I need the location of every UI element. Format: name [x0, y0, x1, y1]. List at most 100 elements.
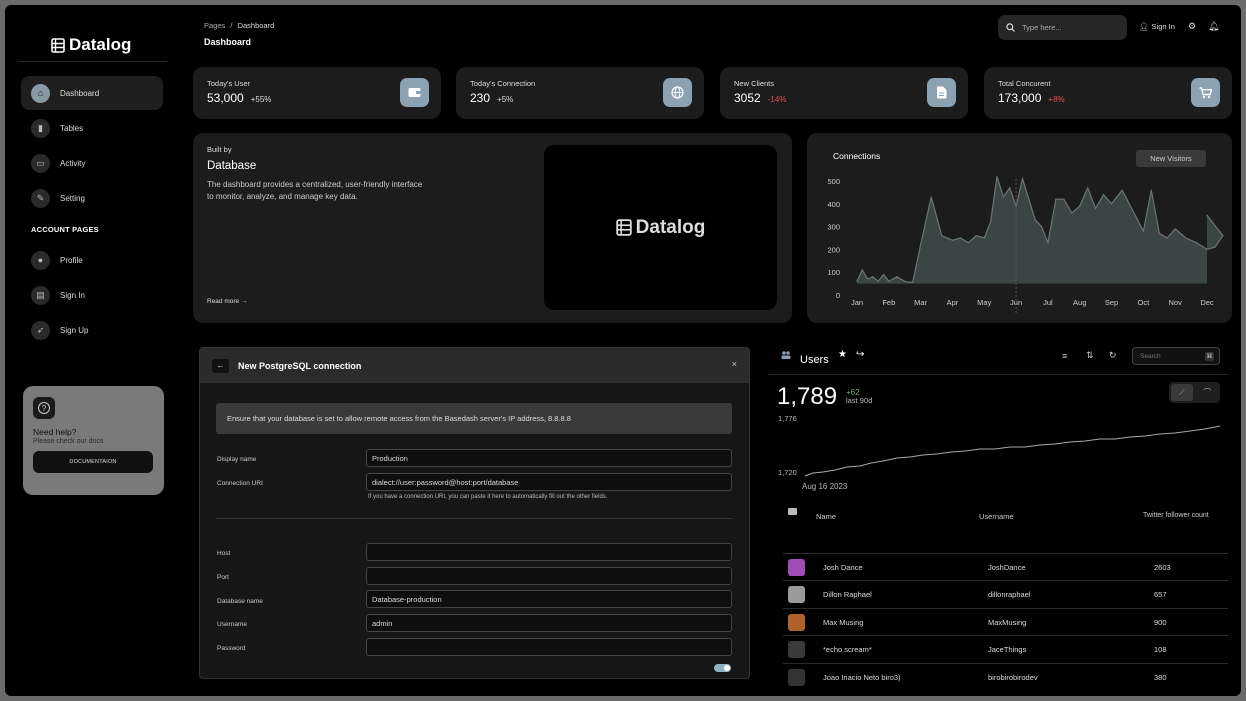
info-banner: Ensure that your database is set to allo… [216, 403, 732, 434]
select-all-checkbox[interactable] [788, 507, 797, 517]
brand-panel: Datalog [544, 145, 777, 310]
connections-point [1095, 207, 1097, 209]
table-row[interactable]: *echo scream* JaceThings 108 [783, 635, 1228, 662]
modal-header: ← New PostgreSQL connection × [200, 348, 749, 383]
close-icon[interactable]: × [732, 359, 737, 369]
new-visitors-button[interactable]: New Visitors [1136, 150, 1206, 167]
cell-followers: 900 [1154, 618, 1167, 627]
x-tick-label: Sep [1105, 298, 1118, 307]
connections-point [1102, 194, 1105, 196]
column-header-followers[interactable]: Twitter follower count [1143, 512, 1209, 519]
users-y-high: 1,776 [778, 414, 797, 423]
connections-point [1150, 189, 1152, 191]
read-more-link[interactable]: Read more → [207, 298, 247, 305]
sign-in-link[interactable]: 👤︎ Sign In [1139, 22, 1175, 31]
column-header-username[interactable]: Username [979, 512, 1014, 521]
database-name-field[interactable]: Database-production [366, 590, 732, 608]
ssl-toggle[interactable] [714, 664, 731, 672]
connections-point [1002, 196, 1004, 198]
connections-point [1222, 235, 1224, 237]
sidebar-item-dashboard[interactable]: ⌂ Dashboard [21, 76, 163, 110]
sort-icon[interactable]: ⇅ [1086, 350, 1094, 361]
users-trend-line [804, 425, 1221, 477]
username-field[interactable]: admin [366, 614, 732, 632]
connections-point [1206, 214, 1208, 216]
avatar [788, 641, 805, 658]
table-row[interactable]: Max Musing MaxMusing 900 [783, 608, 1228, 635]
port-field[interactable] [366, 567, 732, 585]
connection-uri-field[interactable]: dialect://user:password@host:port/databa… [366, 473, 732, 491]
star-icon[interactable]: ★ [838, 349, 847, 360]
table-row[interactable]: Josh Dance JoshDance 2603 [783, 553, 1228, 580]
sidebar-item-activity[interactable]: ▭ Activity [21, 146, 163, 180]
display-name-field[interactable]: Production [366, 449, 732, 467]
documentation-button[interactable]: DOCUMENTAION [33, 451, 153, 473]
logo-icon [615, 219, 632, 236]
connections-point [996, 175, 998, 178]
table-row[interactable]: Dillon Raphael dillonraphael 657 [783, 580, 1228, 607]
stat-value: 230 [470, 91, 491, 105]
sidebar-item-profile[interactable]: ● Profile [21, 243, 163, 277]
password-label: Password [217, 645, 246, 652]
toggle-knob [724, 665, 730, 671]
x-tick-label: Jan [851, 298, 863, 307]
users-search-input[interactable]: Search ⌘ [1132, 347, 1220, 365]
stat-label: Today's Connection [470, 79, 536, 88]
sidebar-item-tables[interactable]: ▮ Tables [21, 111, 163, 145]
refresh-icon[interactable]: ↻ [1109, 350, 1117, 361]
sidebar-item-label: Sign In [60, 290, 85, 300]
sidebar-item-setting[interactable]: ✎ Setting [21, 181, 163, 215]
connections-area [857, 176, 1223, 284]
username-label: Username [217, 621, 247, 628]
cell-followers: 2603 [1154, 563, 1171, 572]
globe-icon [663, 78, 692, 107]
breadcrumb-root[interactable]: Pages [204, 21, 225, 30]
connections-point [904, 280, 906, 282]
column-header-name[interactable]: Name [816, 512, 836, 521]
back-button[interactable]: ← [212, 358, 229, 373]
sidebar-item-sign-in[interactable]: ▤ Sign In [21, 278, 163, 312]
app-window: Datalog ⌂ Dashboard ▮ Tables ▭ Activity … [5, 5, 1241, 696]
connections-point [920, 244, 922, 246]
read-more-label: Read more [207, 298, 240, 305]
gear-icon[interactable]: ⚙ [1188, 21, 1196, 32]
built-by-title: Database [207, 160, 257, 172]
host-field[interactable] [366, 543, 732, 561]
connections-point [896, 276, 898, 278]
chart-type-toggle: ⟋ ⌒ [1169, 382, 1220, 403]
connections-point [882, 273, 885, 276]
search-input[interactable]: Type here... [998, 15, 1127, 40]
sidebar-item-sign-up[interactable]: ➶ Sign Up [21, 313, 163, 347]
filter-icon[interactable]: ≡ [1062, 351, 1067, 361]
app-logo[interactable]: Datalog [51, 35, 131, 55]
bell-icon[interactable]: 🔔︎ [1208, 21, 1219, 32]
line-chart-icon[interactable]: ⟋ [1171, 384, 1193, 401]
y-tick-label: 0 [836, 291, 840, 300]
sidebar-item-label: Dashboard [60, 88, 100, 98]
connections-point [1047, 241, 1049, 244]
users-delta-period: last 90d [846, 396, 873, 405]
avatar [788, 669, 805, 686]
password-field[interactable] [366, 638, 732, 656]
table-row[interactable]: Joao Inacio Neto biro3) birobirobirodev … [783, 663, 1228, 690]
connections-point [1185, 237, 1187, 239]
connections-point [1158, 232, 1160, 235]
x-tick-label: Feb [882, 298, 895, 307]
stat-card-connection: Today's Connection 230 +5% [456, 67, 704, 119]
stat-value: 3052 [734, 91, 761, 105]
stat-change: +5% [497, 95, 514, 104]
connections-point [1166, 237, 1168, 239]
rocket-icon: ➶ [31, 320, 50, 340]
x-tick-label: Aug [1073, 298, 1086, 307]
cell-name: Josh Dance [823, 563, 863, 572]
area-chart-icon[interactable]: ⌒ [1197, 384, 1219, 401]
users-y-low: 1,720 [778, 468, 797, 477]
avatar [788, 586, 805, 603]
connections-point [1110, 203, 1113, 205]
x-tick-label: Jul [1043, 298, 1053, 307]
account-pages-heading: ACCOUNT PAGES [31, 225, 99, 234]
connections-point [983, 237, 985, 239]
stat-card-concurrent: Total Concurent 173,000 +8% [984, 67, 1232, 119]
share-icon[interactable]: ↪ [856, 349, 864, 360]
cell-followers: 657 [1154, 590, 1167, 599]
